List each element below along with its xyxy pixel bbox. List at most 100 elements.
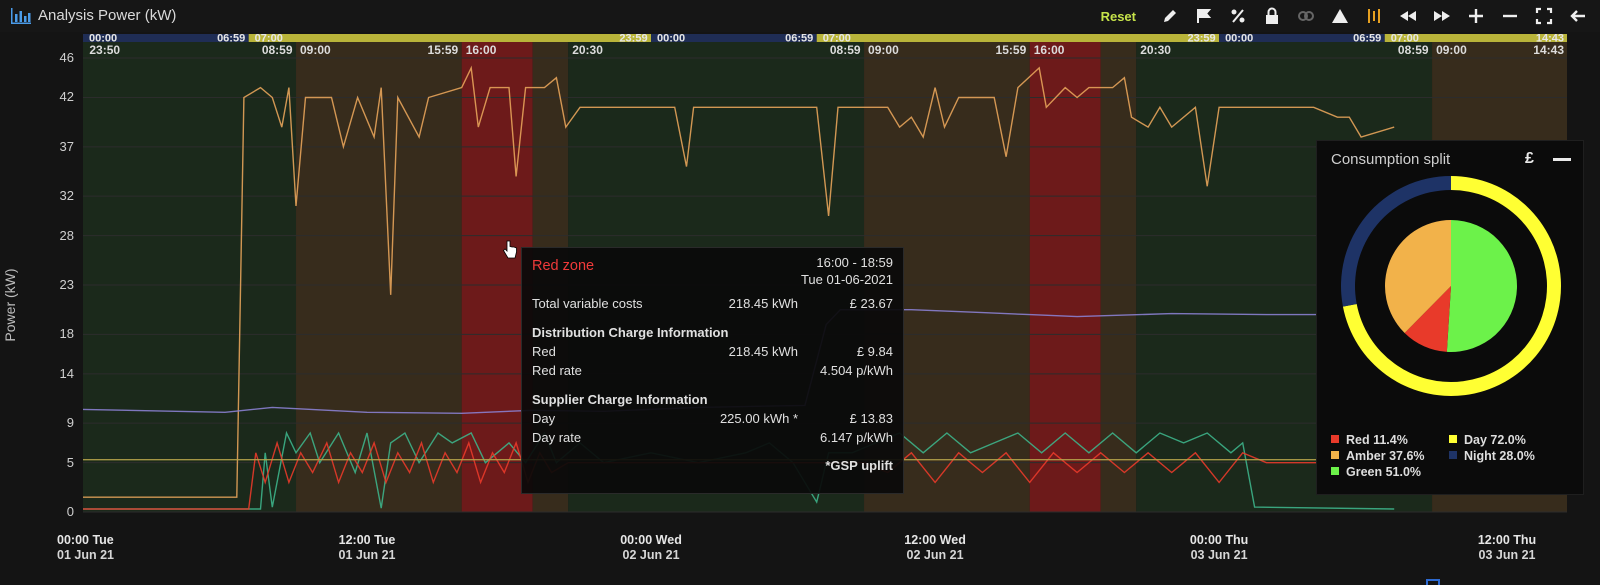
legend-night: Night 28.0% (1449, 449, 1535, 463)
day-night-band (816, 34, 1220, 42)
day-night-band (248, 34, 652, 42)
tooltip-day-row: Day 225.00 kWh * £ 13.83 (532, 411, 893, 427)
window-title: Analysis Power (kW) (38, 7, 177, 24)
x-tick-label: 12:00 Thu 03 Jun 21 (1477, 533, 1537, 562)
y-tick-label: 37 (59, 138, 74, 154)
y-tick-label: 9 (66, 415, 74, 431)
x-tick-label: 12:00 Wed 02 Jun 21 (904, 533, 966, 562)
tooltip-time: 16:00 - 18:59 Tue 01-06-2021 (801, 254, 893, 288)
fast-forward-icon[interactable] (1430, 4, 1454, 28)
consumption-split-panel: Consumption split £ Red 11.4% Amber 37.6… (1316, 140, 1584, 495)
y-axis-title: Power (kW) (2, 268, 18, 342)
zoom-in-plus-icon[interactable] (1464, 4, 1488, 28)
day-night-label: 06:59 (217, 34, 245, 45)
flag-icon[interactable] (1192, 4, 1216, 28)
y-tick-label: 32 (59, 188, 74, 204)
zone-time-label: 14:43 (1533, 43, 1564, 57)
day-night-label: 23:59 (1187, 34, 1215, 45)
x-tick-label: 00:00 Wed 02 Jun 21 (620, 533, 682, 562)
tooltip-time-range: 16:00 - 18:59 (816, 255, 893, 270)
red-cost: £ 9.84 (856, 344, 893, 359)
day-rate-label: Day rate (532, 430, 582, 445)
day-label: Day (532, 411, 556, 426)
bars-icon[interactable] (1362, 4, 1386, 28)
pencil-icon[interactable] (1158, 4, 1182, 28)
title-bar: Analysis Power (kW) Reset (0, 0, 1600, 32)
percent-icon[interactable] (1226, 4, 1250, 28)
y-tick-label: 14 (59, 365, 74, 381)
zone-tooltip: Red zone 16:00 - 18:59 Tue 01-06-2021 To… (521, 247, 904, 494)
consumption-title: Consumption split (1331, 151, 1451, 168)
minimize-icon[interactable] (1553, 158, 1571, 161)
rewind-icon[interactable] (1396, 4, 1420, 28)
legend-green: Green 51.0% (1331, 465, 1421, 479)
day-night-label: 06:59 (785, 34, 813, 45)
tooltip-red-rate-row: Red rate 4.504 p/kWh (532, 363, 893, 379)
red-rate-label: Red rate (532, 363, 582, 378)
consumption-donut (1341, 176, 1561, 396)
zone-time-label: 08:59 (262, 43, 293, 57)
legend-red: Red 11.4% (1331, 433, 1408, 447)
supplier-heading: Supplier Charge Information (532, 392, 708, 407)
y-tick-label: 23 (59, 277, 74, 292)
day-cost: £ 13.83 (849, 411, 893, 426)
zone-time-label: 09:00 (300, 43, 331, 57)
toolbar: Reset (1101, 4, 1590, 28)
y-tick-label: 46 (59, 50, 74, 65)
zone-time-label: 20:30 (572, 43, 603, 57)
currency-toggle-button[interactable]: £ (1525, 150, 1534, 168)
zone-time-label: 20:30 (1140, 43, 1171, 57)
y-tick-label: 28 (59, 227, 74, 243)
day-rate: 6.147 p/kWh (820, 430, 893, 445)
zone-band-green (83, 42, 297, 512)
warning-triangle-icon[interactable] (1328, 4, 1352, 28)
tooltip-day-rate-row: Day rate 6.147 p/kWh (532, 430, 893, 446)
x-tick-label: 12:00 Tue 01 Jun 21 (338, 533, 396, 562)
reset-button[interactable]: Reset (1101, 9, 1136, 24)
legend-amber: Amber 37.6% (1331, 449, 1425, 463)
scrollbar-handle[interactable] (1426, 579, 1440, 585)
zone-time-label: 15:59 (996, 43, 1027, 57)
x-tick-label: 00:00 Thu 03 Jun 21 (1189, 533, 1249, 562)
distribution-heading: Distribution Charge Information (532, 325, 729, 340)
day-night-label: 23:59 (619, 34, 647, 45)
tooltip-date: Tue 01-06-2021 (800, 272, 893, 287)
zoom-out-minus-icon[interactable] (1498, 4, 1522, 28)
zone-time-label: 08:59 (830, 43, 861, 57)
zone-time-label: 15:59 (428, 43, 459, 57)
zone-time-label: 08:59 (1398, 43, 1429, 57)
red-label: Red (532, 344, 556, 359)
app-window: Analysis Power (kW) Reset Power (kW) 0 5 9… (0, 0, 1600, 585)
y-tick-label: 18 (59, 326, 74, 342)
zone-time-label: 23:50 (89, 43, 120, 57)
fullscreen-icon[interactable] (1532, 4, 1556, 28)
zone-time-label: 16:00 (1034, 43, 1065, 57)
zone-band-red (1029, 42, 1101, 512)
y-tick-label: 0 (66, 504, 74, 519)
day-kwh: 225.00 kWh * (719, 411, 798, 426)
gsp-footnote: *GSP uplift (825, 458, 893, 473)
total-label: Total variable costs (532, 296, 643, 311)
legend-day: Day 72.0% (1449, 433, 1526, 447)
back-arrow-icon[interactable] (1566, 4, 1590, 28)
zone-time-label: 09:00 (1436, 43, 1467, 57)
bar-chart-icon (11, 8, 31, 24)
total-cost: £ 23.67 (849, 296, 893, 311)
total-kwh: 218.45 kWh (728, 296, 798, 311)
zone-band-amber (296, 42, 462, 512)
y-tick-label: 42 (59, 89, 74, 105)
link-off-icon[interactable] (1294, 4, 1318, 28)
tooltip-total-row: Total variable costs 218.45 kWh £ 23.67 (532, 296, 893, 312)
donut-inner-green (1446, 220, 1517, 352)
day-night-label: 06:59 (1353, 34, 1381, 45)
red-rate: 4.504 p/kWh (820, 363, 893, 378)
day-night-label: 00:00 (657, 34, 685, 45)
red-kwh: 218.45 kWh (728, 344, 798, 359)
zone-time-label: 09:00 (868, 43, 899, 57)
day-night-label: 00:00 (1225, 34, 1253, 45)
lock-icon[interactable] (1260, 4, 1284, 28)
zone-time-label: 16:00 (466, 43, 497, 57)
tooltip-zone-name: Red zone (532, 258, 595, 274)
x-tick-label: 00:00 Tue 01 Jun 21 (57, 533, 114, 562)
hand-cursor-icon (502, 240, 518, 260)
